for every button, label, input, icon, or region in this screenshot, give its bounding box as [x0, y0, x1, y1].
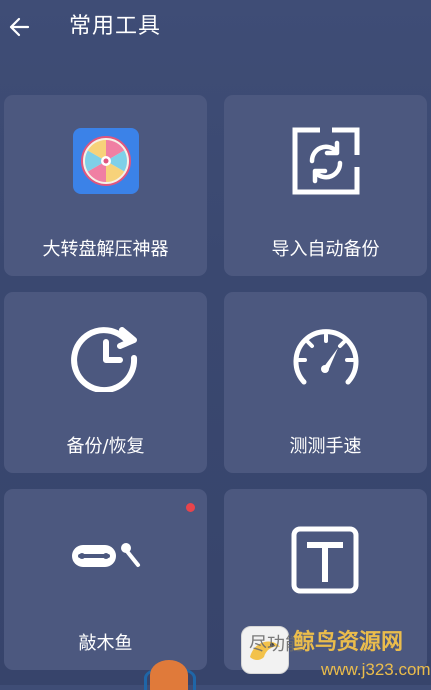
- import-sync-icon: [292, 127, 360, 195]
- tool-card-prize-wheel[interactable]: 大转盘解压神器: [4, 95, 207, 276]
- text-box-icon: [291, 526, 359, 594]
- tool-label: 导入自动备份: [271, 239, 380, 260]
- app-header: 常用工具: [0, 0, 431, 56]
- prize-wheel-icon: [73, 128, 139, 194]
- tool-card-backup-restore[interactable]: 备份/恢复: [4, 292, 207, 473]
- watermark-url: www.j323.com: [321, 660, 431, 679]
- tool-card-speed-test[interactable]: 测测手速: [224, 292, 427, 473]
- new-badge-dot: [186, 503, 195, 512]
- page-title: 常用工具: [69, 14, 162, 39]
- tool-label: 敲木鱼: [78, 633, 133, 654]
- wooden-fish-icon: [72, 543, 140, 567]
- mascot-decoration-head: [150, 660, 188, 690]
- clock-restore-icon: [71, 327, 138, 392]
- tool-label: 测测手速: [289, 436, 362, 457]
- tool-label: 大转盘解压神器: [42, 239, 169, 260]
- tool-label: 备份/恢复: [66, 436, 145, 457]
- watermark-name: 鲸鸟资源网: [293, 630, 404, 655]
- speedometer-icon: [293, 329, 359, 385]
- arrow-left-icon[interactable]: [6, 12, 32, 42]
- tool-card-wooden-fish[interactable]: 敲木鱼: [4, 489, 207, 670]
- watermark: 尽功能 鲸鸟资源网 www.j323.com: [241, 622, 431, 685]
- tool-card-import-backup[interactable]: 导入自动备份: [224, 95, 427, 276]
